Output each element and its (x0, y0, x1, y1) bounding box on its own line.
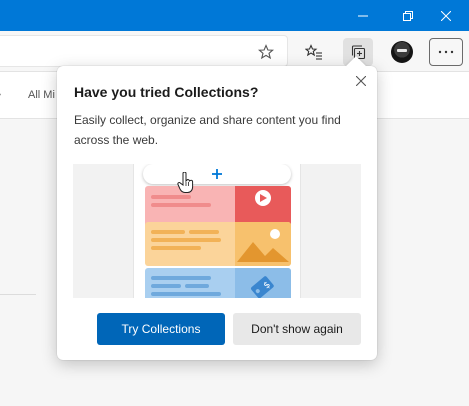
minimize-icon (358, 15, 368, 16)
close-window-button[interactable] (423, 0, 469, 31)
collections-popup: Have you tried Collections? Easily colle… (57, 56, 377, 360)
star-icon (258, 44, 274, 60)
restore-icon (403, 10, 413, 21)
add-favorite-button[interactable] (251, 38, 281, 66)
minimize-button[interactable] (340, 0, 386, 31)
price-tag-icon: $ (251, 276, 274, 298)
popup-description: Easily collect, organize and share conte… (74, 113, 341, 147)
divider (0, 294, 36, 295)
close-popup-button[interactable] (352, 72, 370, 90)
chevron-icon[interactable]: › (0, 89, 1, 100)
illustration-add-bar (143, 164, 291, 184)
illustration-card-image (145, 222, 291, 266)
profile-avatar[interactable] (391, 41, 413, 63)
illustration-card-shopping: $ (145, 268, 291, 298)
browser-toolbar (0, 31, 469, 71)
title-bar (0, 0, 469, 31)
dont-show-again-button[interactable]: Don't show again (233, 313, 361, 345)
address-bar[interactable] (0, 35, 288, 67)
landscape-icon (237, 229, 289, 262)
popup-title: Have you tried Collections? (74, 84, 259, 100)
favorites-folder-label[interactable]: All Mi (28, 89, 55, 101)
favorites-button[interactable] (299, 38, 329, 66)
close-icon (356, 76, 366, 86)
hand-cursor-icon (177, 172, 194, 193)
more-icon (438, 50, 454, 54)
settings-more-button[interactable] (429, 38, 463, 66)
collections-illustration: $ (73, 164, 361, 298)
try-collections-button[interactable]: Try Collections (97, 313, 225, 345)
plus-icon (212, 169, 222, 179)
favorites-list-icon (305, 44, 322, 60)
close-window-icon (441, 10, 451, 21)
